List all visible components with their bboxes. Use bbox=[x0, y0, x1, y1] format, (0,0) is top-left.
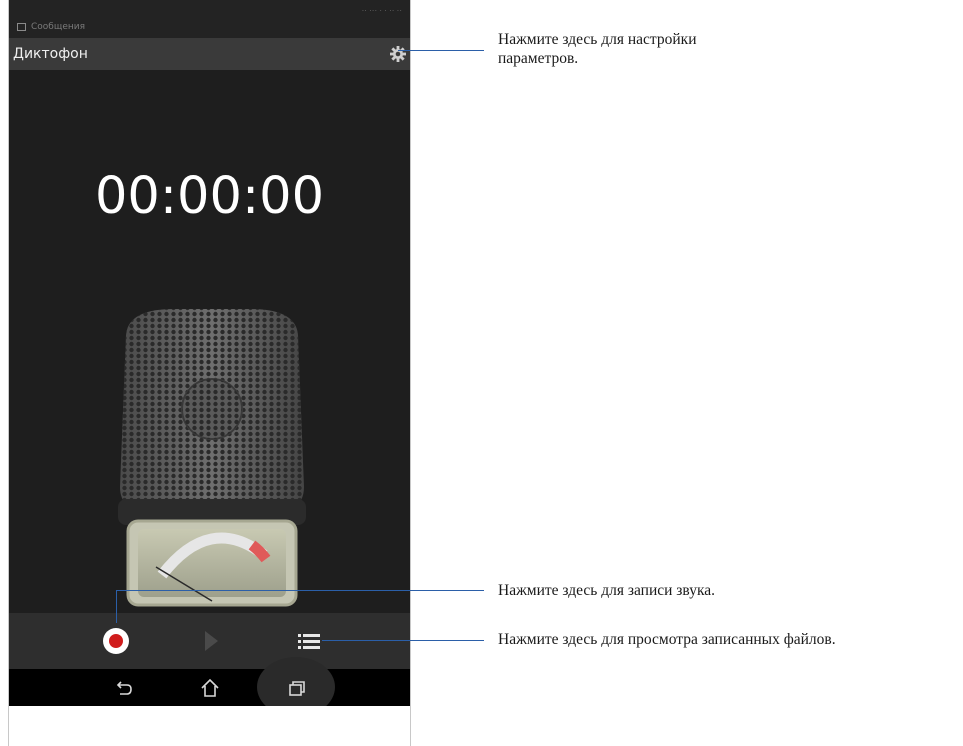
recorder-main-area: 00:00:00 bbox=[9, 70, 410, 613]
recordings-list-button[interactable] bbox=[297, 631, 321, 651]
callout-settings-line1: Нажмите здесь для настройки bbox=[498, 31, 697, 48]
home-button[interactable] bbox=[199, 677, 221, 699]
microphone-illustration bbox=[118, 309, 306, 607]
gear-icon bbox=[390, 46, 406, 62]
callout-settings-line2: параметров. bbox=[498, 50, 579, 67]
notification-text: Сообщения bbox=[31, 22, 86, 32]
callout-settings: Нажмите здесь для настройки параметров. bbox=[498, 30, 697, 68]
action-bar: Диктофон bbox=[9, 38, 410, 70]
play-button[interactable] bbox=[205, 631, 218, 651]
callout-vline-record bbox=[116, 590, 117, 623]
status-indicators: ·· ··· · · ·· ·· bbox=[361, 6, 402, 15]
device-frame-right bbox=[410, 0, 411, 746]
home-icon bbox=[201, 678, 219, 697]
back-button[interactable] bbox=[113, 677, 135, 699]
status-bar: Сообщения ·· ··· · · ·· ·· bbox=[9, 0, 410, 38]
playback-controls bbox=[9, 613, 410, 669]
record-button[interactable] bbox=[103, 628, 129, 654]
callout-line-record bbox=[116, 590, 484, 591]
navigation-bar bbox=[9, 657, 410, 706]
phone-screen: Сообщения ·· ··· · · ·· ·· Диктофон 00:0… bbox=[9, 0, 410, 706]
recent-apps-button[interactable] bbox=[286, 677, 308, 699]
list-icon bbox=[298, 634, 320, 649]
callout-line-settings bbox=[398, 50, 484, 51]
callout-files: Нажмите здесь для просмотра записанных ф… bbox=[498, 631, 836, 648]
callout-record: Нажмите здесь для записи звука. bbox=[498, 582, 716, 599]
callout-line-files bbox=[322, 640, 484, 641]
record-icon bbox=[109, 634, 123, 648]
app-title: Диктофон bbox=[13, 46, 88, 62]
recent-apps-icon bbox=[289, 681, 305, 696]
notification-icon bbox=[17, 23, 26, 31]
settings-button[interactable] bbox=[387, 43, 409, 65]
back-icon bbox=[116, 681, 132, 695]
recording-timer: 00:00:00 bbox=[94, 167, 325, 226]
